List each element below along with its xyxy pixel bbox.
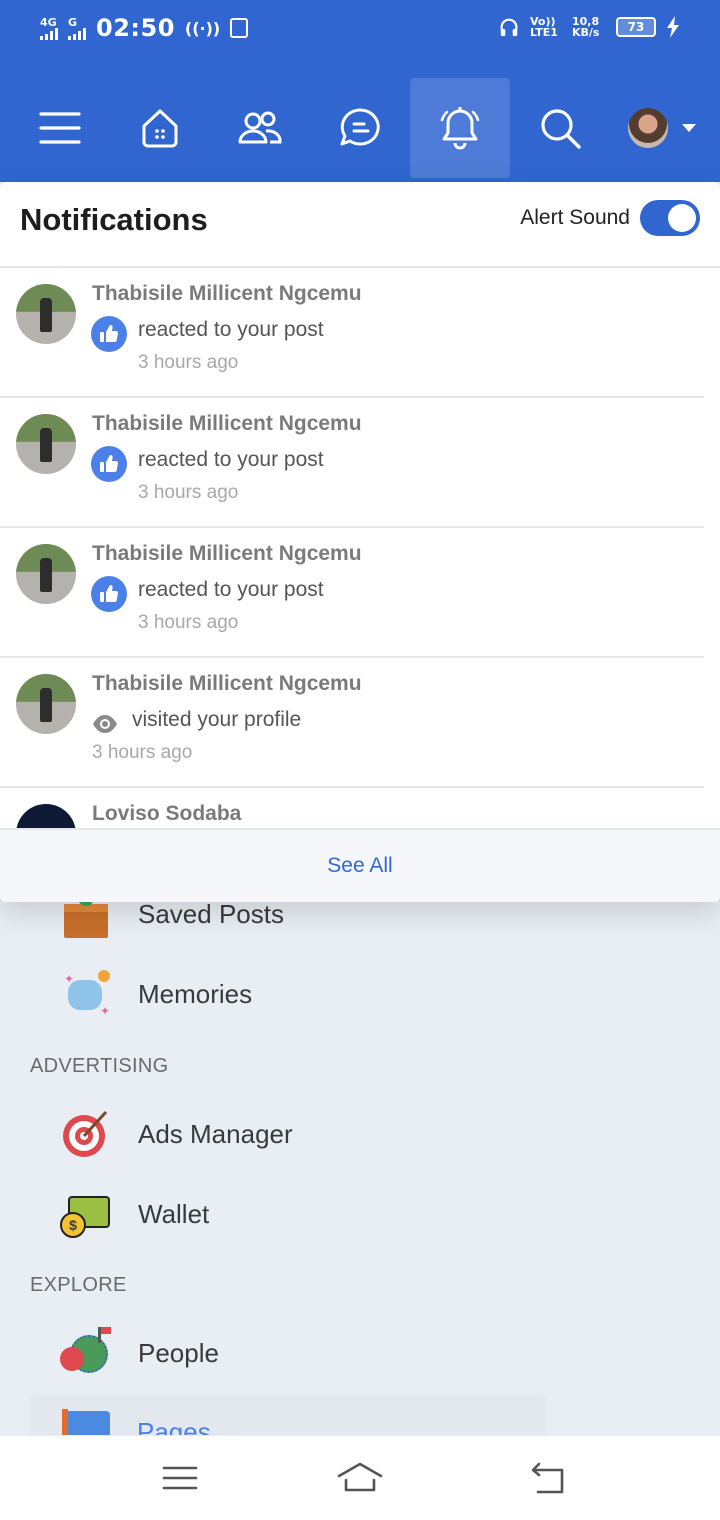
memories-icon: ✦ ✦ (64, 970, 111, 1018)
notification-time: 3 hours ago (138, 612, 239, 633)
top-navigation (0, 60, 720, 182)
hotspot-icon: ((·)) (184, 18, 221, 38)
target-icon (60, 1108, 112, 1160)
status-bar: 4G G 02:50 ((·)) Vo)) LTE1 10,8 KB/s 73 (0, 0, 720, 60)
profile-menu-button[interactable] (612, 78, 712, 178)
notification-action: reacted to your post (138, 578, 324, 601)
like-icon (91, 576, 127, 612)
notification-author: Thabisile Millicent Ngcemu (92, 542, 362, 565)
chevron-down-icon (682, 124, 696, 132)
back-icon[interactable] (528, 1458, 568, 1498)
notification-time: 3 hours ago (138, 352, 239, 373)
eye-icon (93, 715, 117, 733)
like-icon (91, 316, 127, 352)
menu-item-ads-manager[interactable]: Ads Manager (60, 1104, 293, 1164)
menu-item-pages[interactable]: Pages (30, 1395, 546, 1435)
people-globe-icon (60, 1327, 112, 1379)
avatar (16, 674, 76, 734)
messages-icon (340, 108, 380, 146)
profile-avatar (628, 108, 668, 148)
notification-item[interactable]: Thabisile Millicent Ngcemu reacted to yo… (0, 398, 704, 528)
notification-item[interactable]: Thabisile Millicent Ngcemu reacted to yo… (0, 268, 704, 398)
notification-time: 3 hours ago (92, 742, 193, 763)
clock: 02:50 (96, 14, 175, 42)
sim-icon (230, 18, 249, 38)
explore-section-header: EXPLORE (30, 1274, 127, 1296)
notification-time: 3 hours ago (138, 482, 239, 503)
home-nav-icon[interactable] (336, 1458, 384, 1498)
avatar (16, 544, 76, 604)
see-all-link[interactable]: See All (327, 854, 392, 878)
messages-button[interactable] (310, 78, 410, 178)
notifications-button[interactable] (410, 78, 510, 178)
menu-item-memories[interactable]: ✦ ✦ Memories (60, 964, 252, 1024)
avatar (16, 414, 76, 474)
friends-icon (238, 111, 282, 144)
network-indicator-4g: 4G (40, 17, 58, 40)
home-button[interactable] (110, 78, 210, 178)
wallet-icon: $ (60, 1188, 112, 1240)
notifications-list: Thabisile Millicent Ngcemu reacted to yo… (0, 268, 720, 828)
avatar (16, 804, 76, 828)
network-indicator-g: G (68, 17, 86, 40)
network-speed: 10,8 KB/s (572, 15, 600, 39)
notification-action: reacted to your post (138, 448, 324, 471)
charging-icon (667, 16, 679, 38)
notifications-header: Notifications Alert Sound (0, 182, 720, 268)
home-icon (142, 109, 178, 148)
volte-indicator: Vo)) LTE1 (530, 15, 558, 39)
pages-folder-icon (62, 1411, 110, 1435)
toggle-knob (668, 204, 696, 232)
notification-item[interactable]: Thabisile Millicent Ngcemu reacted to yo… (0, 528, 704, 658)
notification-author: Thabisile Millicent Ngcemu (92, 672, 362, 695)
menu-item-people[interactable]: People (60, 1323, 219, 1383)
notification-item[interactable]: Thabisile Millicent Ngcemu visited your … (0, 658, 704, 788)
headphones-icon (500, 18, 518, 37)
notification-author: Thabisile Millicent Ngcemu (92, 412, 362, 435)
menu-item-wallet[interactable]: $ Wallet (60, 1184, 209, 1244)
notifications-icon (440, 107, 480, 150)
notification-item[interactable]: Loviso Sodaba (0, 788, 704, 828)
like-icon (91, 446, 127, 482)
search-button[interactable] (510, 78, 610, 178)
alert-sound-toggle[interactable] (640, 200, 700, 236)
page-title: Notifications (20, 202, 208, 237)
menu-icon (39, 112, 81, 144)
recents-menu-icon[interactable] (160, 1458, 200, 1498)
notification-action: reacted to your post (138, 318, 324, 341)
notification-author: Thabisile Millicent Ngcemu (92, 282, 362, 305)
friends-button[interactable] (210, 78, 310, 178)
battery-icon: 73 (616, 17, 656, 37)
see-all-bar: See All (0, 828, 720, 902)
menu-button[interactable] (10, 78, 110, 178)
notifications-panel: Notifications Alert Sound Thabisile Mill… (0, 182, 720, 902)
alert-sound-label: Alert Sound (520, 206, 630, 229)
advertising-section-header: ADVERTISING (30, 1055, 169, 1077)
system-navigation-bar (0, 1436, 720, 1520)
search-icon (541, 109, 581, 149)
avatar (16, 284, 76, 344)
notification-action: visited your profile (132, 708, 302, 731)
notification-author: Loviso Sodaba (92, 802, 242, 825)
